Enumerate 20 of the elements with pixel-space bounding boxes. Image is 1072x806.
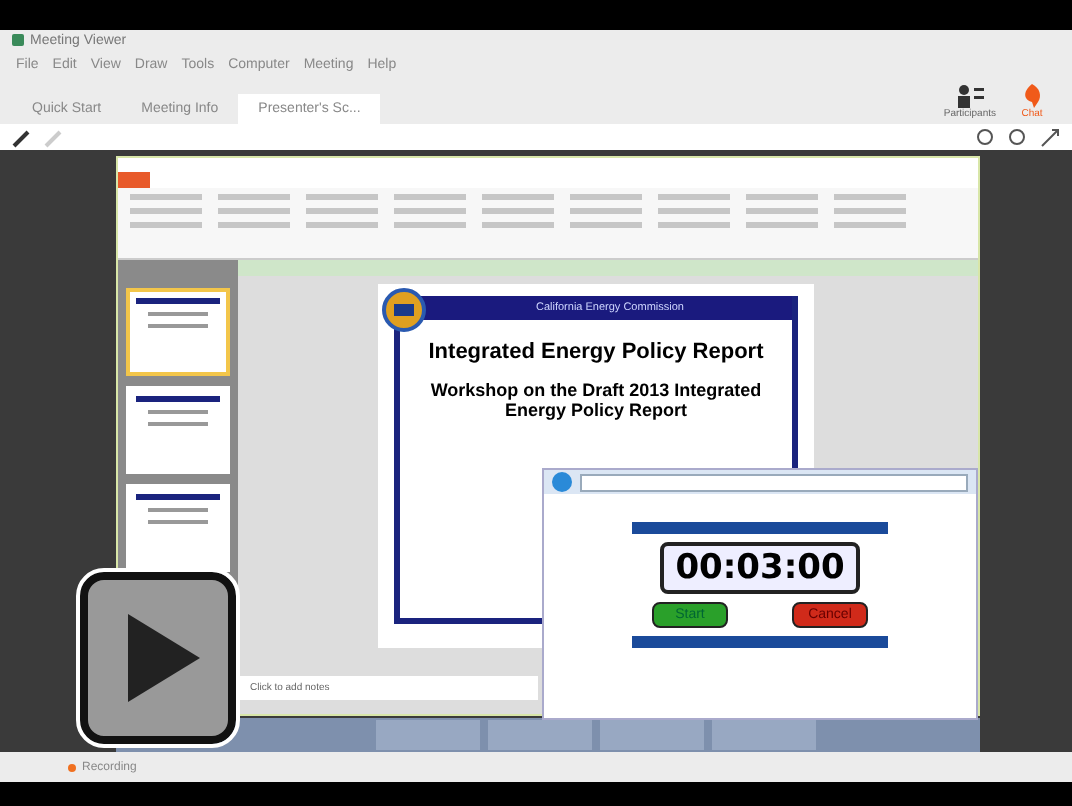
- person-list-icon: [955, 83, 984, 108]
- slide-thumbnail[interactable]: [126, 484, 230, 573]
- zoom-icon[interactable]: [1008, 127, 1028, 148]
- file-tab[interactable]: [118, 172, 150, 189]
- slide-title: Integrated Energy Policy Report: [428, 340, 764, 365]
- play-icon: [124, 610, 204, 706]
- play-button[interactable]: [80, 572, 236, 744]
- timer-display: 00:03:00: [659, 542, 861, 595]
- slide-subtitle: Workshop on the Draft 2013 Integrated Energy Policy Report: [428, 380, 764, 421]
- address-field[interactable]: [580, 473, 968, 492]
- seal-icon: [382, 288, 426, 333]
- slide-thumbnail[interactable]: [126, 386, 230, 475]
- app-icon: [12, 34, 24, 47]
- slide-thumbnail[interactable]: [126, 288, 230, 377]
- back-icon[interactable]: [552, 472, 572, 493]
- zoom-icon[interactable]: [976, 127, 996, 148]
- recording-icon: [68, 763, 76, 772]
- pen-icon[interactable]: [12, 127, 32, 148]
- drop-icon: [1020, 83, 1044, 108]
- fullscreen-icon[interactable]: [1040, 127, 1060, 148]
